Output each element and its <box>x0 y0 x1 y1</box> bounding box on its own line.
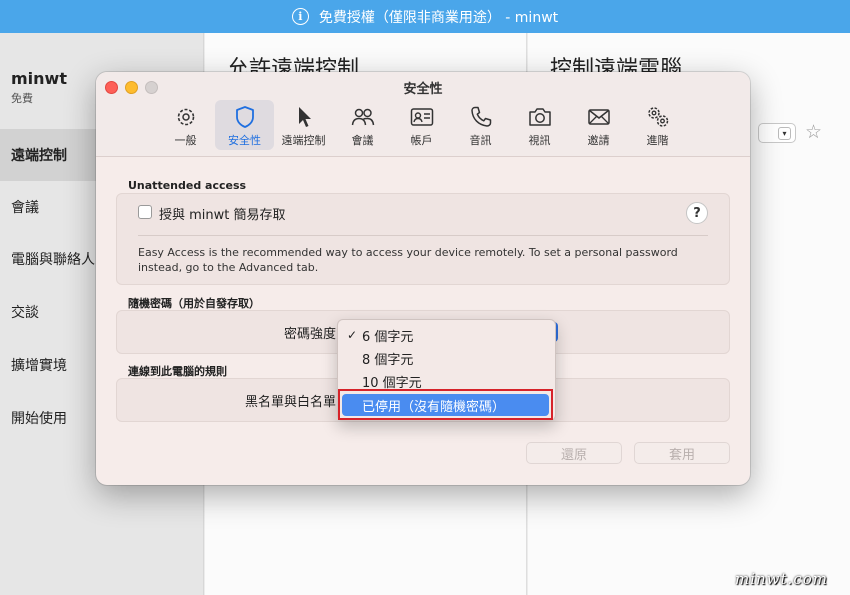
phone-icon <box>470 106 491 127</box>
tab-label: 音訊 <box>469 134 492 147</box>
watermark: minwt.com <box>735 570 828 588</box>
id-card-icon <box>410 108 433 126</box>
checkmark-icon: ✓ <box>347 328 358 342</box>
easy-access-label[interactable]: 授與 minwt 簡易存取 <box>159 204 286 223</box>
blacklist-whitelist-label: 黑名單與白名單 <box>244 395 336 410</box>
help-button[interactable]: ? <box>686 202 708 224</box>
chevron-down-icon: ▾ <box>778 126 791 140</box>
revert-button[interactable]: 還原 <box>526 442 622 464</box>
gears-icon <box>647 107 668 127</box>
menu-item-6-chars[interactable]: ✓ 6 個字元 <box>338 324 557 346</box>
menu-item-label: 6 個字元 <box>362 329 414 345</box>
tab-advanced[interactable]: 進階 <box>628 100 687 150</box>
camera-icon <box>528 108 551 126</box>
envelope-icon <box>587 109 610 125</box>
divider <box>138 235 708 236</box>
tab-label: 會議 <box>351 134 374 147</box>
easy-access-checkbox[interactable] <box>138 205 152 219</box>
easy-access-description: Easy Access is the recommended way to ac… <box>138 246 678 274</box>
license-banner: i 免費授權（僅限非商業用途） - minwt <box>0 0 850 33</box>
tab-remote-control[interactable]: 遠端控制 <box>274 100 333 150</box>
star-icon[interactable]: ☆ <box>805 121 822 143</box>
tab-label: 視訊 <box>528 134 551 147</box>
menu-item-8-chars[interactable]: 8 個字元 <box>338 347 557 369</box>
banner-text: 免費授權（僅限非商業用途） - minwt <box>318 9 559 26</box>
people-icon <box>351 108 374 126</box>
tab-label: 安全性 <box>228 134 261 147</box>
tab-general[interactable]: 一般 <box>156 100 215 150</box>
tab-label: 邀請 <box>587 134 610 147</box>
shield-icon <box>235 106 254 128</box>
annotation-highlight-frame <box>338 389 553 420</box>
tab-label: 一般 <box>174 134 197 147</box>
tab-invite[interactable]: 邀請 <box>569 100 628 150</box>
tab-security[interactable]: 安全性 <box>215 100 274 150</box>
tab-meeting[interactable]: 會議 <box>333 100 392 150</box>
preferences-tabs: 一般 安全性 遠端控制 會議 帳戶 音訊 視訊 邀請 進階 <box>156 100 687 150</box>
connection-rules-heading: 連線到此電腦的規則 <box>128 365 227 378</box>
plan-label: 免費 <box>11 92 33 105</box>
tab-audio[interactable]: 音訊 <box>451 100 510 150</box>
partner-id-select[interactable]: ▾ <box>758 123 796 143</box>
menu-item-label: 8 個字元 <box>362 352 414 368</box>
user-name: minwt <box>11 69 67 88</box>
unattended-access-heading: Unattended access <box>128 179 247 192</box>
tab-account[interactable]: 帳戶 <box>392 100 451 150</box>
gear-icon <box>177 108 194 126</box>
random-password-heading: 隨機密碼（用於自發存取） <box>128 297 260 310</box>
security-preferences-dialog: 安全性 一般 安全性 遠端控制 會議 帳戶 音訊 視訊 邀請 進階 Unatte… <box>96 72 750 485</box>
dialog-title: 安全性 <box>403 82 443 97</box>
tab-video[interactable]: 視訊 <box>510 100 569 150</box>
password-strength-label: 密碼強度 <box>283 327 336 342</box>
menu-item-label: 10 個字元 <box>362 375 422 391</box>
tab-label: 進階 <box>646 134 669 147</box>
apply-button[interactable]: 套用 <box>634 442 730 464</box>
info-icon: i <box>291 8 309 25</box>
tab-label: 帳戶 <box>410 134 433 147</box>
tab-label: 遠端控制 <box>281 134 326 147</box>
pointer-icon <box>298 107 311 127</box>
